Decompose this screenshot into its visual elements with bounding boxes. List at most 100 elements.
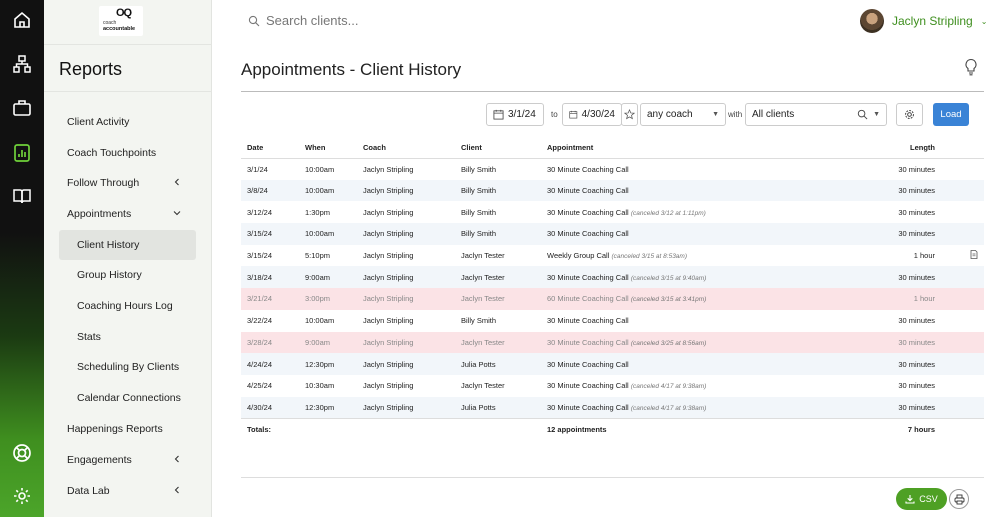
column-header-length[interactable]: Length	[841, 138, 941, 159]
cell-when: 10:30am	[305, 381, 335, 391]
home-icon[interactable]	[10, 8, 34, 32]
cell-length: 30 minutes	[841, 353, 941, 375]
cell-coach: Jaclyn Stripling	[363, 381, 414, 391]
cell-appointment: 60 Minute Coaching Call (canceled 3/15 a…	[541, 288, 841, 310]
cell-when: 1:30pm	[305, 207, 331, 217]
cell-client: Jaclyn Tester	[455, 288, 541, 310]
settings-button[interactable]	[896, 103, 923, 126]
cell-when: 10:00am	[305, 316, 335, 326]
favorite-star-button[interactable]	[621, 103, 638, 126]
column-header-coach[interactable]: Coach	[357, 138, 455, 159]
cancel-note: (canceled 4/17 at 9:38am)	[630, 383, 707, 391]
table-row[interactable]: 3/15/24 10:00am Jaclyn Stripling Billy S…	[241, 223, 984, 245]
sidebar-item-client-history[interactable]: Client History	[59, 230, 196, 260]
sidebar-item-client-activity[interactable]: Client Activity	[59, 107, 196, 137]
cell-length: 30 minutes	[898, 316, 935, 326]
appointment-name: 30 Minute Coaching Call	[547, 164, 629, 174]
table-row[interactable]: 3/18/24 9:00am Jaclyn Stripling Jaclyn T…	[241, 266, 984, 289]
print-button[interactable]	[949, 489, 969, 509]
cell-when: 12:30pm	[299, 396, 357, 419]
sidebar-item-happenings-reports[interactable]: Happenings Reports	[59, 414, 196, 444]
cell-coach: Jaclyn Stripling	[363, 207, 414, 217]
lifebuoy-icon[interactable]	[10, 441, 34, 465]
lightbulb-icon[interactable]	[964, 58, 978, 76]
cell-length: 30 minutes	[898, 381, 935, 391]
cell-length: 1 hour	[913, 251, 935, 261]
table-row[interactable]: 4/25/24 10:30am Jaclyn Stripling Jaclyn …	[241, 375, 984, 397]
appointment-name: 30 Minute Coaching Call	[547, 207, 629, 217]
table-row-canceled[interactable]: 3/21/24 3:00pm Jaclyn Stripling Jaclyn T…	[241, 288, 984, 310]
start-date-value: 3/1/24	[508, 109, 536, 120]
user-menu[interactable]: Jaclyn Stripling ⌄	[860, 9, 987, 33]
table-row[interactable]: 3/15/24 5:10pm Jaclyn Stripling Jaclyn T…	[241, 245, 984, 267]
sidebar-item-scheduling-by-clients[interactable]: Scheduling By Clients	[59, 352, 196, 382]
caret-down-icon: ▼	[712, 111, 719, 118]
cell-length: 30 minutes	[841, 179, 941, 202]
search-input[interactable]: Search clients...	[248, 13, 359, 28]
star-icon	[624, 109, 635, 120]
start-date-field[interactable]: 3/1/24	[486, 103, 544, 126]
column-header-client[interactable]: Client	[455, 138, 541, 159]
table-row-canceled[interactable]: 3/28/24 9:00am Jaclyn Stripling Jaclyn T…	[241, 331, 984, 354]
coach-accountable-logo[interactable]: OQ coach accountable	[99, 6, 143, 36]
table-row[interactable]: 4/30/24 12:30pm Jaclyn Stripling Julia P…	[241, 396, 984, 419]
cell-client: Billy Smith	[461, 207, 497, 217]
sidebar-item-appointments[interactable]: Appointments	[59, 199, 196, 229]
column-header-appointment[interactable]: Appointment	[541, 138, 841, 159]
book-icon[interactable]	[10, 184, 34, 208]
sidebar-item-stats[interactable]: Stats	[59, 322, 196, 352]
sidebar-item-follow-through[interactable]: Follow Through	[59, 168, 196, 198]
table-row[interactable]: 3/12/24 1:30pm Jaclyn Stripling Billy Sm…	[241, 201, 984, 223]
cell-appointment: 30 Minute Coaching Call (canceled 4/17 a…	[541, 375, 841, 397]
column-header-date[interactable]: Date	[241, 138, 299, 159]
table-row[interactable]: 4/24/24 12:30pm Jaclyn Stripling Julia P…	[241, 353, 984, 375]
notes-icon[interactable]	[941, 245, 984, 267]
cell-date: 3/18/24	[241, 266, 299, 289]
briefcase-icon[interactable]	[10, 96, 34, 120]
user-name: Jaclyn Stripling	[892, 14, 973, 28]
table-header-row: Date When Coach Client Appointment Lengt…	[241, 138, 984, 159]
table-row[interactable]: 3/1/24 10:00am Jaclyn Stripling Billy Sm…	[241, 158, 984, 180]
cell-date: 3/22/24	[247, 316, 273, 326]
cell-coach: Jaclyn Stripling	[357, 353, 455, 375]
sidebar-item-label: Client History	[77, 239, 140, 251]
chevron-down-icon	[173, 211, 181, 216]
calendar-icon	[569, 110, 578, 119]
sidebar-item-calendar-connections[interactable]: Calendar Connections	[59, 383, 196, 413]
load-button[interactable]: Load	[933, 103, 969, 126]
end-date-field[interactable]: 4/30/24	[562, 103, 622, 126]
chevron-left-icon	[174, 455, 179, 463]
cell-client: Billy Smith	[455, 179, 541, 202]
with-label: with	[728, 110, 743, 119]
clients-select[interactable]: All clients ▼	[745, 103, 887, 126]
report-icon[interactable]	[10, 141, 34, 165]
sidebar-item-label: Data Lab	[67, 485, 110, 497]
table-row[interactable]: 3/22/24 10:00am Jaclyn Stripling Billy S…	[241, 310, 984, 332]
coach-select[interactable]: any coach ▼	[640, 103, 726, 126]
cell-appointment: 30 Minute Coaching Call (canceled 4/17 a…	[541, 396, 841, 419]
sidebar-item-data-lab[interactable]: Data Lab	[59, 476, 196, 506]
sidebar-item-coaching-hours-log[interactable]: Coaching Hours Log	[59, 291, 196, 321]
csv-export-button[interactable]: CSV	[896, 488, 947, 510]
caret-down-icon: ▼	[873, 111, 880, 118]
totals-row: Totals: 12 appointments 7 hours	[241, 417, 984, 441]
cell-appointment: Weekly Group Call (canceled 3/15 at 8:53…	[541, 245, 841, 267]
sidebar-item-label: Coaching Hours Log	[77, 300, 173, 312]
cell-coach: Jaclyn Stripling	[357, 179, 455, 202]
cell-appointment: 30 Minute Coaching Call	[541, 179, 841, 202]
column-header-when[interactable]: When	[299, 138, 357, 159]
cell-when: 12:30pm	[299, 353, 357, 375]
table-row[interactable]: 3/8/24 10:00am Jaclyn Stripling Billy Sm…	[241, 179, 984, 202]
sidebar-item-engagements[interactable]: Engagements	[59, 445, 196, 475]
logo-line-2: accountable	[103, 26, 136, 32]
sidebar-item-group-history[interactable]: Group History	[59, 260, 196, 290]
cell-client: Billy Smith	[461, 316, 497, 326]
printer-icon	[954, 494, 964, 504]
gear-icon[interactable]	[10, 484, 34, 508]
totals-appointments: 12 appointments	[541, 417, 841, 441]
sitemap-icon[interactable]	[10, 52, 34, 76]
appointment-name: 30 Minute Coaching Call	[547, 316, 629, 326]
cell-date: 3/15/24	[241, 223, 299, 245]
sidebar-item-coach-touchpoints[interactable]: Coach Touchpoints	[59, 138, 196, 168]
cell-appointment: 30 Minute Coaching Call	[541, 310, 841, 332]
